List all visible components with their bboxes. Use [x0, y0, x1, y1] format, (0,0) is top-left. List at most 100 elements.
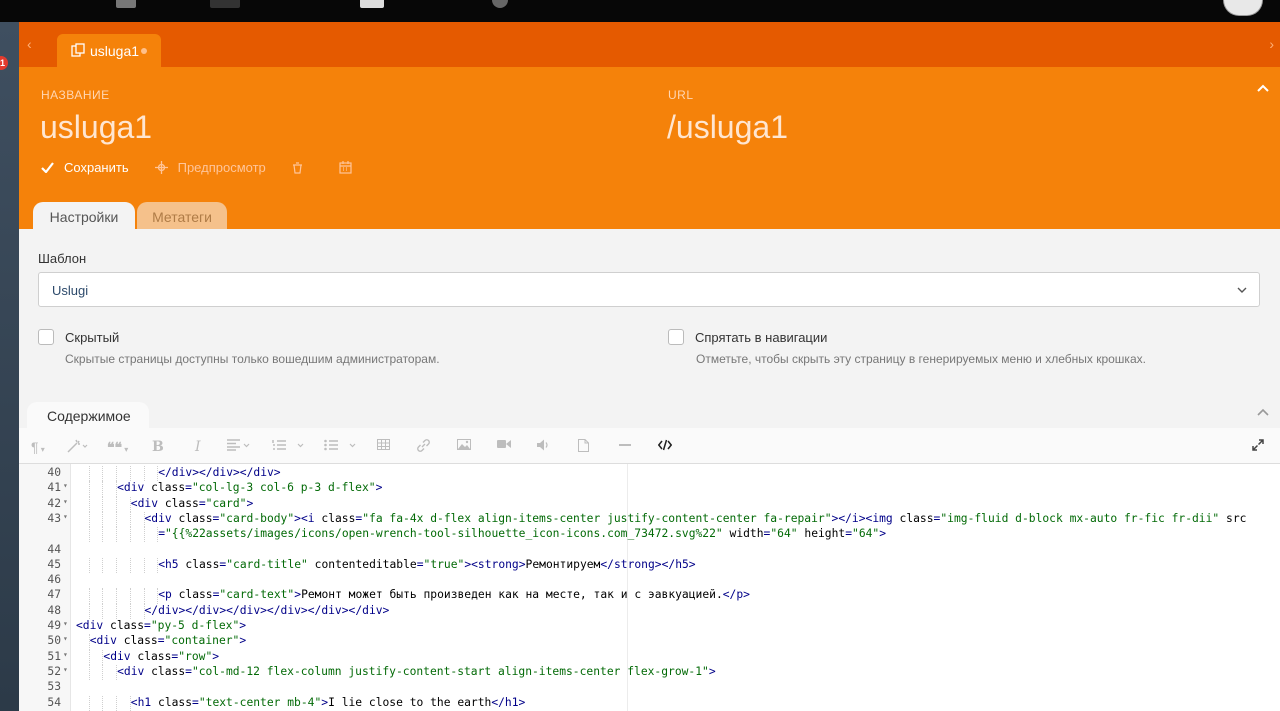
app-icon[interactable]	[360, 0, 384, 8]
line-number: 54	[47, 695, 61, 709]
app-icon[interactable]	[116, 0, 136, 8]
code-line[interactable]: 41 ▾ <div class="col-lg-3 col-6 p-3 d-flex…	[19, 481, 1280, 497]
horizontal-line-button[interactable]	[619, 439, 631, 451]
name-field[interactable]: usluga1	[40, 109, 152, 146]
app-icon[interactable]	[210, 0, 240, 8]
file-button[interactable]	[578, 439, 589, 452]
align-button[interactable]	[227, 439, 253, 451]
italic-button[interactable]: I	[195, 439, 201, 455]
fold-toggle-icon[interactable]: ▾	[63, 512, 68, 521]
gear-icon[interactable]	[492, 0, 508, 8]
code-text: <div class="container">	[90, 634, 246, 647]
fold-toggle-icon[interactable]: ▾	[63, 665, 68, 674]
code-line[interactable]: 50 ▾ <div class="container">	[19, 634, 1280, 650]
scroll-left-icon[interactable]: ‹	[27, 36, 32, 52]
code-token: src	[1226, 511, 1247, 525]
unordered-list-button[interactable]	[324, 439, 360, 451]
code-text: <div class="card">	[131, 497, 253, 510]
preview-button[interactable]: Предпросмотр	[154, 160, 266, 175]
code-token: =	[157, 634, 165, 648]
code-line[interactable]: 51 ▾ <div class="row">	[19, 649, 1280, 665]
table-icon	[377, 439, 390, 450]
code-line[interactable]: 43 ▾ <div class="card-body"><i class="fa f…	[19, 511, 1280, 528]
fold-toggle-icon[interactable]: ▾	[63, 650, 68, 659]
code-token: </p>	[722, 588, 750, 602]
code-editor[interactable]: 40 </div></div></div> 41 ▾ <div class="col-l…	[19, 464, 1280, 711]
code-line[interactable]: 45 <h5 class = "card-title" contenteditable…	[19, 557, 1280, 574]
indent-guide	[143, 466, 145, 482]
style-button[interactable]	[67, 439, 89, 453]
hide-nav-help: Отметьте, чтобы скрыть эту страницу в ге…	[696, 352, 1146, 366]
image-button[interactable]	[457, 439, 471, 450]
code-line[interactable]: 42 ▾ <div class="card">	[19, 496, 1280, 512]
fold-toggle-icon[interactable]: ▾	[63, 497, 68, 506]
template-label: Шаблон	[38, 251, 87, 266]
code-view-button[interactable]	[658, 439, 672, 451]
scroll-right-icon[interactable]: ›	[1269, 36, 1274, 52]
collapse-content-icon[interactable]	[1256, 405, 1270, 419]
fullscreen-button[interactable]	[1252, 439, 1264, 451]
url-field[interactable]: /usluga1	[667, 109, 788, 146]
settings-panel: Шаблон Uslugi Скрытый Скрытые страницы д…	[19, 229, 1280, 711]
code-token: </h1>	[491, 695, 526, 709]
bold-button[interactable]: B	[152, 439, 164, 455]
indent-guide	[143, 588, 145, 604]
paragraph-icon: ¶	[31, 439, 39, 455]
paragraph-format-button[interactable]: ¶ ▾	[31, 439, 45, 455]
fold-toggle-icon[interactable]: ▾	[63, 634, 68, 643]
tab-settings[interactable]: Настройки	[33, 202, 135, 229]
code-line[interactable]: 52 ▾ <div class="col-md-12 flex-column jus…	[19, 664, 1280, 681]
audio-button[interactable]	[537, 439, 550, 451]
hidden-help: Скрытые страницы доступны только вошедши…	[65, 352, 440, 366]
schedule-button[interactable]	[339, 161, 362, 174]
code-token: class	[164, 496, 199, 510]
code-token: =	[845, 527, 853, 541]
hidden-checkbox[interactable]	[38, 329, 54, 345]
save-button[interactable]: Сохранить	[41, 160, 129, 175]
video-button[interactable]	[497, 439, 511, 449]
code-token: <div	[117, 664, 152, 678]
code-line[interactable]: 54 <h1 class="text-center mb-4">I lie clo…	[19, 695, 1280, 711]
code-token: height	[804, 527, 846, 541]
code-text: <h5 class="card-title" contenteditable="…	[158, 558, 695, 571]
line-number: 44	[47, 542, 61, 556]
indent-guide	[88, 664, 90, 681]
video-icon	[497, 440, 511, 448]
link-button[interactable]	[417, 439, 430, 452]
code-token: >	[239, 619, 247, 632]
code-line[interactable]: 53	[19, 680, 1280, 695]
code-text: </div></div></div>	[158, 466, 280, 479]
fold-toggle-icon[interactable]: ▾	[63, 481, 68, 490]
code-line[interactable]: 48 </div></div></div></div></div></div>	[19, 603, 1280, 619]
ordered-list-button[interactable]	[272, 439, 308, 451]
code-line[interactable]: 46	[19, 573, 1280, 588]
document-tab[interactable]: usluga1	[57, 34, 161, 67]
template-select[interactable]: Uslugi	[38, 272, 1260, 307]
code-line[interactable]: 44	[19, 543, 1280, 558]
code-line[interactable]: ="{{%22assets/images/icons/open-wrench-t…	[19, 527, 1280, 543]
collapse-header-icon[interactable]	[1256, 81, 1270, 95]
save-button-label: Сохранить	[64, 160, 129, 175]
preview-button-label: Предпросмотр	[177, 160, 266, 175]
code-token: "{{%22assets/images/icons/open-wrench-to…	[165, 527, 723, 541]
code-token: class	[110, 619, 145, 632]
tab-metatags[interactable]: Метатеги	[137, 202, 227, 229]
code-token: =	[158, 527, 165, 541]
code-token: =	[416, 557, 424, 571]
avatar[interactable]	[1223, 0, 1263, 16]
bold-icon: B	[152, 439, 164, 455]
code-line[interactable]: 40 </div></div></div>	[19, 466, 1280, 482]
code-token: <div	[89, 634, 124, 648]
code-line[interactable]: 49 ▾ <div class="py-5 d-flex">	[19, 619, 1280, 634]
notification-badge[interactable]: 1	[0, 56, 8, 70]
indent-guide	[116, 466, 118, 482]
code-line[interactable]: 47 <p class="card-text">Ремонт может быть…	[19, 588, 1280, 604]
code-token: class	[178, 511, 213, 525]
table-button[interactable]	[377, 439, 390, 450]
hide-nav-checkbox[interactable]	[668, 329, 684, 345]
fold-toggle-icon[interactable]: ▾	[63, 619, 68, 628]
indent-guide	[129, 527, 131, 543]
quote-button[interactable]: ❝❝ ▾	[107, 439, 128, 456]
delete-button[interactable]	[292, 161, 313, 174]
content-tab[interactable]: Содержимое	[27, 402, 149, 428]
